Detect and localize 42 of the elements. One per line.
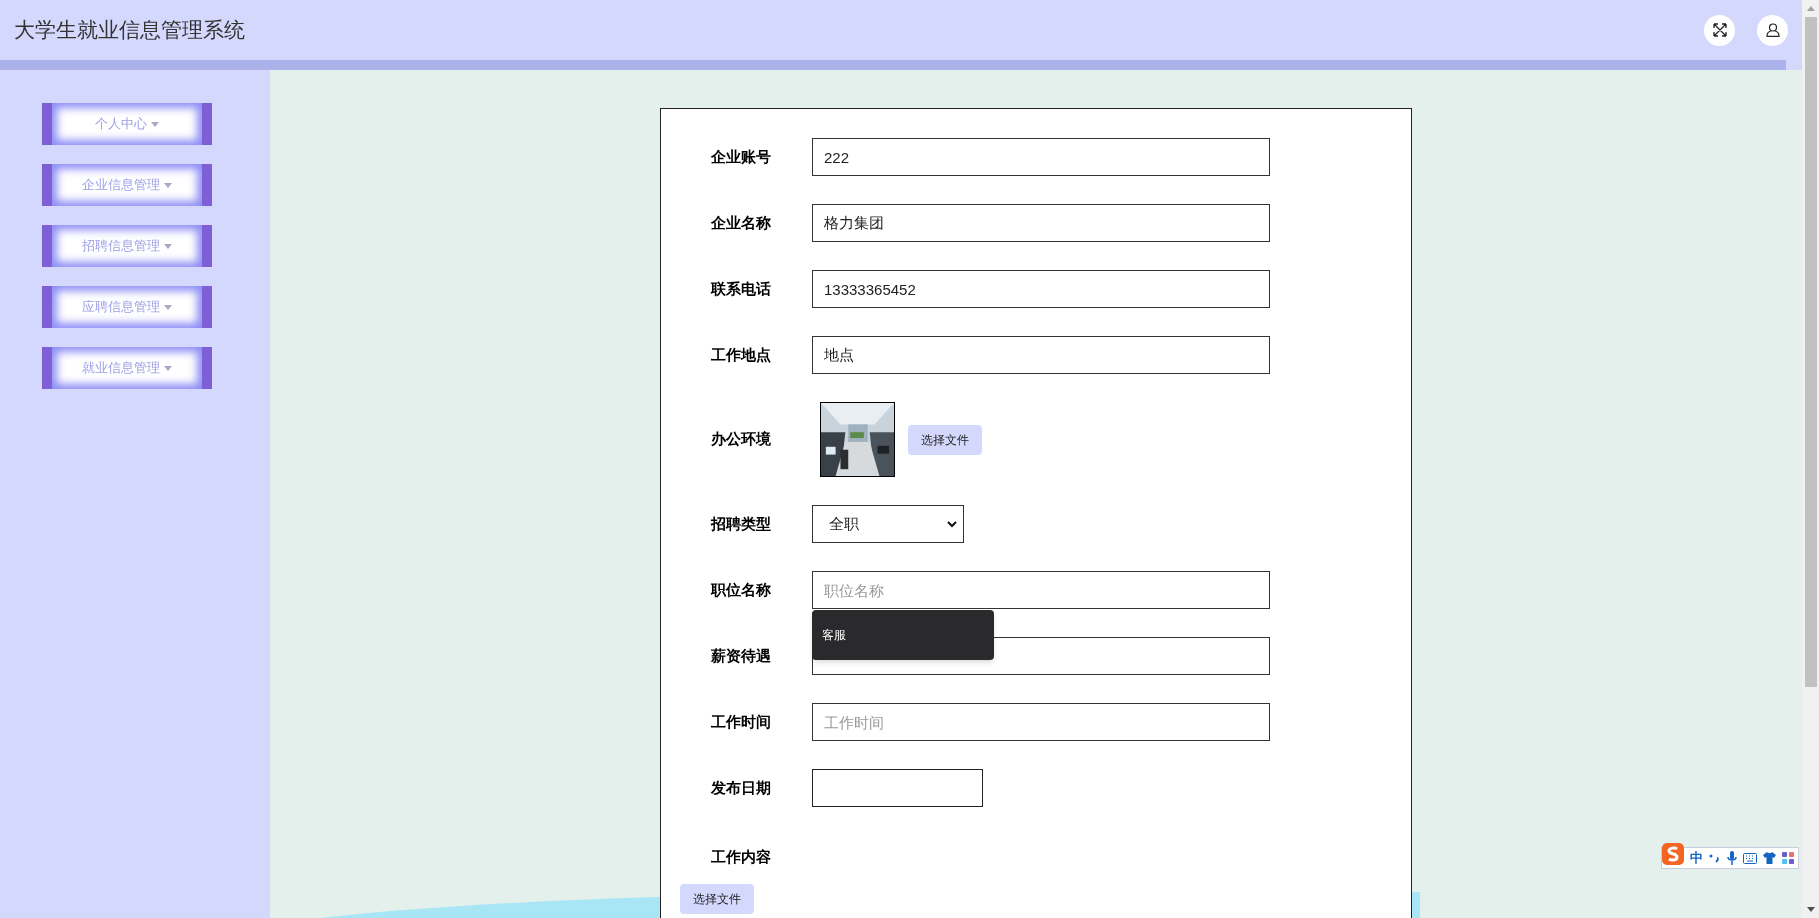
input-mode-toggle[interactable]: 中 bbox=[1690, 848, 1703, 868]
input-method-logo-icon[interactable] bbox=[1662, 843, 1684, 865]
suggestion-item[interactable]: 客服 bbox=[822, 626, 984, 644]
field-label: 工作内容 bbox=[711, 846, 772, 867]
user-icon bbox=[1765, 23, 1780, 37]
text-field[interactable]: 工作时间 bbox=[812, 703, 1270, 741]
date-field[interactable] bbox=[812, 769, 983, 807]
text-field[interactable]: 13333365452 bbox=[812, 270, 1270, 308]
field-label: 薪资待遇 bbox=[711, 645, 772, 666]
choose-file-button[interactable]: 选择文件 bbox=[908, 424, 982, 455]
caret-icon bbox=[151, 121, 159, 127]
field-label: 职位名称 bbox=[711, 579, 772, 600]
text-field[interactable]: 格力集团 bbox=[812, 204, 1270, 242]
microphone-icon[interactable] bbox=[1727, 851, 1737, 865]
field-label: 企业账号 bbox=[711, 146, 772, 167]
field-label: 联系电话 bbox=[711, 278, 772, 299]
caret-icon bbox=[164, 243, 172, 249]
expand-icon bbox=[1712, 23, 1727, 37]
text-field[interactable]: 职位名称 bbox=[812, 571, 1270, 609]
fullscreen-button[interactable] bbox=[1704, 14, 1735, 46]
scroll-down-icon[interactable] bbox=[1806, 907, 1815, 912]
field-label: 企业名称 bbox=[711, 212, 772, 233]
field-label: 招聘类型 bbox=[711, 513, 772, 534]
app-title: 大学生就业信息管理系统 bbox=[14, 17, 245, 44]
text-field[interactable]: 222 bbox=[812, 138, 1270, 176]
caret-icon bbox=[164, 365, 172, 371]
punctuation-icon[interactable] bbox=[1709, 852, 1721, 864]
field-label: 工作地点 bbox=[711, 344, 772, 365]
caret-icon bbox=[164, 182, 172, 188]
text-field[interactable]: 地点 bbox=[812, 336, 1270, 374]
grid-icon[interactable] bbox=[1782, 852, 1794, 864]
field-label: 工作时间 bbox=[711, 711, 772, 732]
keyboard-icon[interactable] bbox=[1743, 852, 1757, 864]
choose-file-button[interactable]: 选择文件 bbox=[680, 884, 754, 914]
field-label: 发布日期 bbox=[711, 777, 772, 798]
caret-icon bbox=[164, 304, 172, 310]
field-label: 办公环境 bbox=[711, 429, 772, 450]
scrollbar-thumb[interactable] bbox=[1804, 17, 1817, 687]
select-field[interactable]: 全职 bbox=[812, 505, 964, 543]
shirt-icon[interactable] bbox=[1763, 852, 1776, 864]
user-button[interactable] bbox=[1757, 14, 1788, 46]
chevron-down-icon bbox=[947, 520, 957, 528]
